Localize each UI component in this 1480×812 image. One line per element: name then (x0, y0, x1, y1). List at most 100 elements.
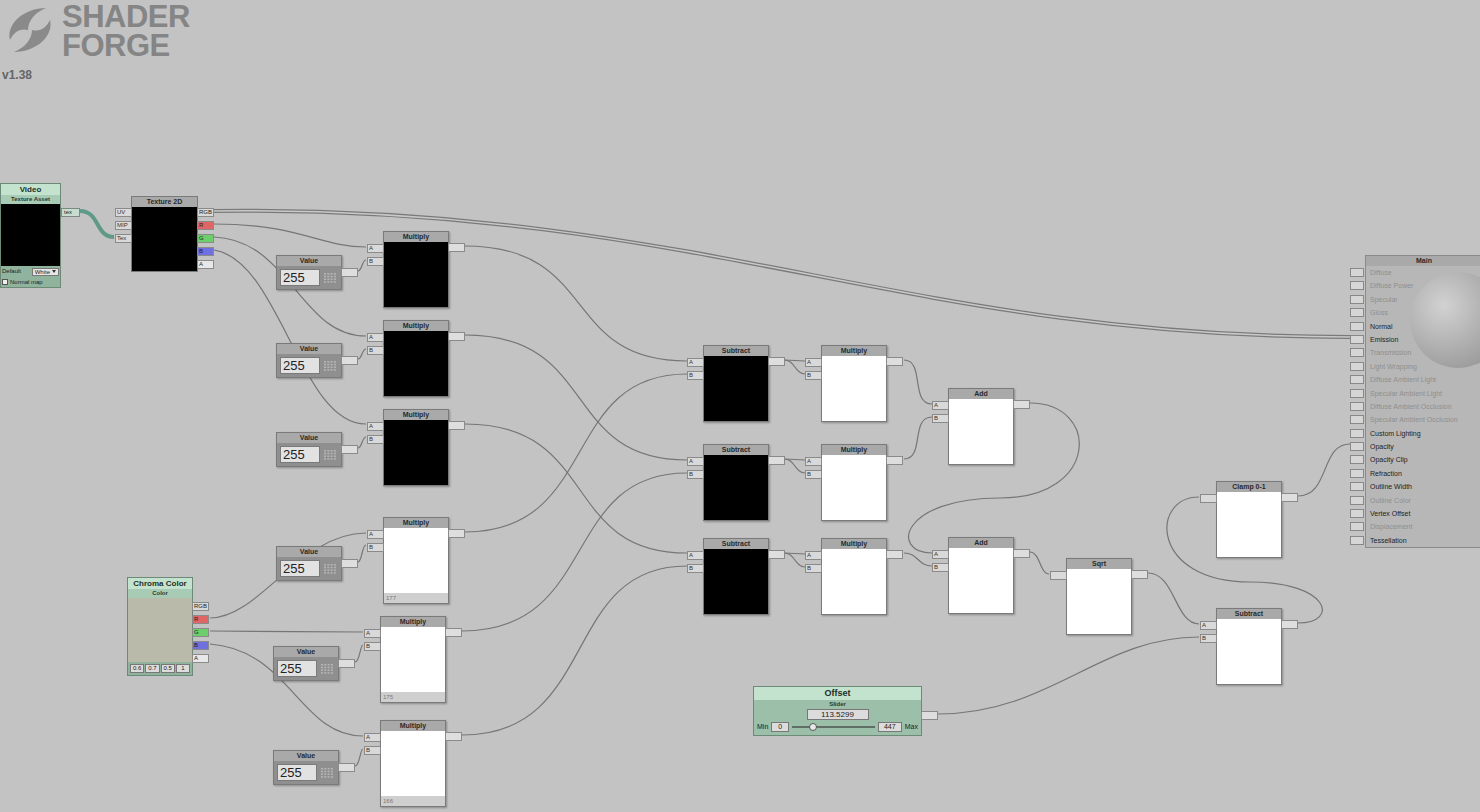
default-dropdown[interactable]: White (32, 268, 59, 276)
color-component-field[interactable]: 0.6 (130, 664, 144, 673)
connection-wire[interactable] (465, 374, 687, 532)
connection-wire[interactable] (214, 250, 366, 424)
input-port[interactable]: A (687, 551, 704, 560)
input-port[interactable]: A (932, 550, 949, 559)
value-field[interactable]: 255 (277, 764, 317, 781)
output-port[interactable]: A (192, 654, 209, 663)
output-port[interactable]: R (192, 615, 209, 624)
connection-wire[interactable] (1298, 444, 1350, 496)
input-port[interactable]: MIP (115, 221, 132, 230)
connection-wire[interactable] (214, 211, 1350, 337)
main-input-row[interactable]: Opacity (1366, 440, 1480, 453)
operator-node[interactable]: SubtractAB (703, 444, 769, 521)
input-port[interactable] (1350, 375, 1364, 384)
color-component-field[interactable]: 1 (176, 664, 190, 673)
output-port[interactable] (448, 421, 465, 430)
main-input-row[interactable]: Diffuse (1366, 266, 1480, 279)
output-port[interactable] (338, 659, 355, 668)
input-port[interactable]: A (364, 629, 381, 638)
output-port[interactable] (445, 732, 462, 741)
operator-node[interactable]: MultiplyAB (383, 320, 449, 397)
input-port[interactable]: B (1200, 634, 1217, 643)
output-port[interactable] (768, 550, 785, 559)
output-port[interactable] (921, 711, 938, 720)
output-port[interactable]: G (197, 234, 214, 243)
input-port[interactable] (1350, 415, 1364, 424)
main-input-row[interactable]: Transmission (1366, 346, 1480, 359)
input-port[interactable]: B (805, 564, 822, 573)
output-port[interactable]: tex (61, 208, 80, 217)
main-input-row[interactable]: Tessellation (1366, 534, 1480, 547)
operator-node[interactable]: MultiplyAB (383, 409, 449, 486)
output-port[interactable] (768, 456, 785, 465)
connection-wire[interactable] (784, 553, 805, 567)
value-field[interactable]: 255 (277, 660, 317, 677)
connection-wire[interactable] (358, 260, 366, 271)
main-input-row[interactable]: Light Wrapping (1366, 360, 1480, 373)
operator-node[interactable]: Sqrt (1066, 558, 1132, 635)
min-field[interactable]: 0 (771, 722, 789, 732)
operator-node[interactable]: SubtractAB (703, 538, 769, 615)
input-port[interactable] (1350, 482, 1364, 491)
output-port[interactable] (886, 456, 903, 465)
slider-node[interactable]: OffsetSlider113.5299Min0447Max (753, 686, 922, 736)
input-port[interactable]: A (1200, 621, 1217, 630)
input-port[interactable]: B (367, 257, 384, 266)
output-port[interactable] (886, 550, 903, 559)
shader-forge-canvas[interactable]: SHADERFORGEv1.38VideoTexture AssetDefaul… (0, 0, 1480, 812)
input-port[interactable]: B (932, 414, 949, 423)
connection-wire[interactable] (904, 417, 932, 459)
input-port[interactable] (1200, 494, 1217, 503)
output-port[interactable] (1281, 620, 1298, 629)
operator-node[interactable]: MultiplyAB (383, 231, 449, 308)
input-port[interactable] (1050, 571, 1067, 580)
max-field[interactable]: 447 (878, 722, 902, 732)
input-port[interactable] (1350, 362, 1364, 371)
value-node[interactable]: Value255 (273, 750, 339, 785)
connection-wire[interactable] (465, 424, 687, 553)
input-port[interactable]: B (367, 435, 384, 444)
main-input-row[interactable]: Outline Width (1366, 480, 1480, 493)
main-input-row[interactable]: Gloss (1366, 306, 1480, 319)
main-input-row[interactable]: Emission (1366, 333, 1480, 346)
input-port[interactable] (1350, 268, 1364, 277)
color-component-field[interactable]: 0.7 (145, 664, 159, 673)
input-port[interactable]: A (367, 422, 384, 431)
connection-wire[interactable] (784, 459, 805, 473)
input-port[interactable]: B (687, 564, 704, 573)
main-input-row[interactable]: Diffuse Ambient Light (1366, 373, 1480, 386)
input-port[interactable]: A (805, 358, 822, 367)
input-port[interactable]: B (364, 746, 381, 755)
output-port[interactable] (886, 357, 903, 366)
video-node[interactable]: VideoTexture AssetDefaultWhiteNormal map… (0, 183, 61, 288)
main-input-row[interactable]: Vertex Offset (1366, 507, 1480, 520)
input-port[interactable]: A (932, 401, 949, 410)
input-port[interactable] (1350, 536, 1364, 545)
main-input-row[interactable]: Diffuse Power (1366, 279, 1480, 292)
connection-wire[interactable] (80, 211, 114, 237)
operator-node[interactable]: MultiplyAB (821, 345, 887, 422)
connection-wire[interactable] (214, 224, 366, 247)
output-port[interactable] (448, 332, 465, 341)
output-port[interactable]: R (197, 221, 214, 230)
color-component-field[interactable]: 0.5 (161, 664, 175, 673)
main-node[interactable]: MainDiffuseDiffuse PowerSpecularGlossNor… (1365, 255, 1480, 548)
slider-value-field[interactable]: 113.5299 (807, 709, 869, 720)
texture2d-node[interactable]: Texture 2DUVMIPTexRGBRGBA (131, 196, 198, 272)
operator-node[interactable]: AddAB (948, 537, 1014, 614)
operator-node[interactable]: SubtractAB (1216, 608, 1282, 685)
chroma-color-node[interactable]: Chroma ColorColor0.60.70.51RGBRGBA (127, 577, 193, 676)
input-port[interactable] (1350, 295, 1364, 304)
input-port[interactable] (1350, 322, 1364, 331)
input-port[interactable] (1350, 348, 1364, 357)
connection-wire[interactable] (210, 644, 363, 736)
output-port[interactable] (1013, 400, 1030, 409)
output-port[interactable]: B (192, 641, 209, 650)
connection-wire[interactable] (214, 211, 1350, 337)
connection-wire[interactable] (1030, 552, 1049, 574)
main-input-row[interactable]: Outline Color (1366, 494, 1480, 507)
input-port[interactable] (1350, 455, 1364, 464)
input-port[interactable] (1350, 442, 1364, 451)
operator-node[interactable]: AddAB (948, 388, 1014, 465)
connection-wire[interactable] (938, 637, 1199, 714)
